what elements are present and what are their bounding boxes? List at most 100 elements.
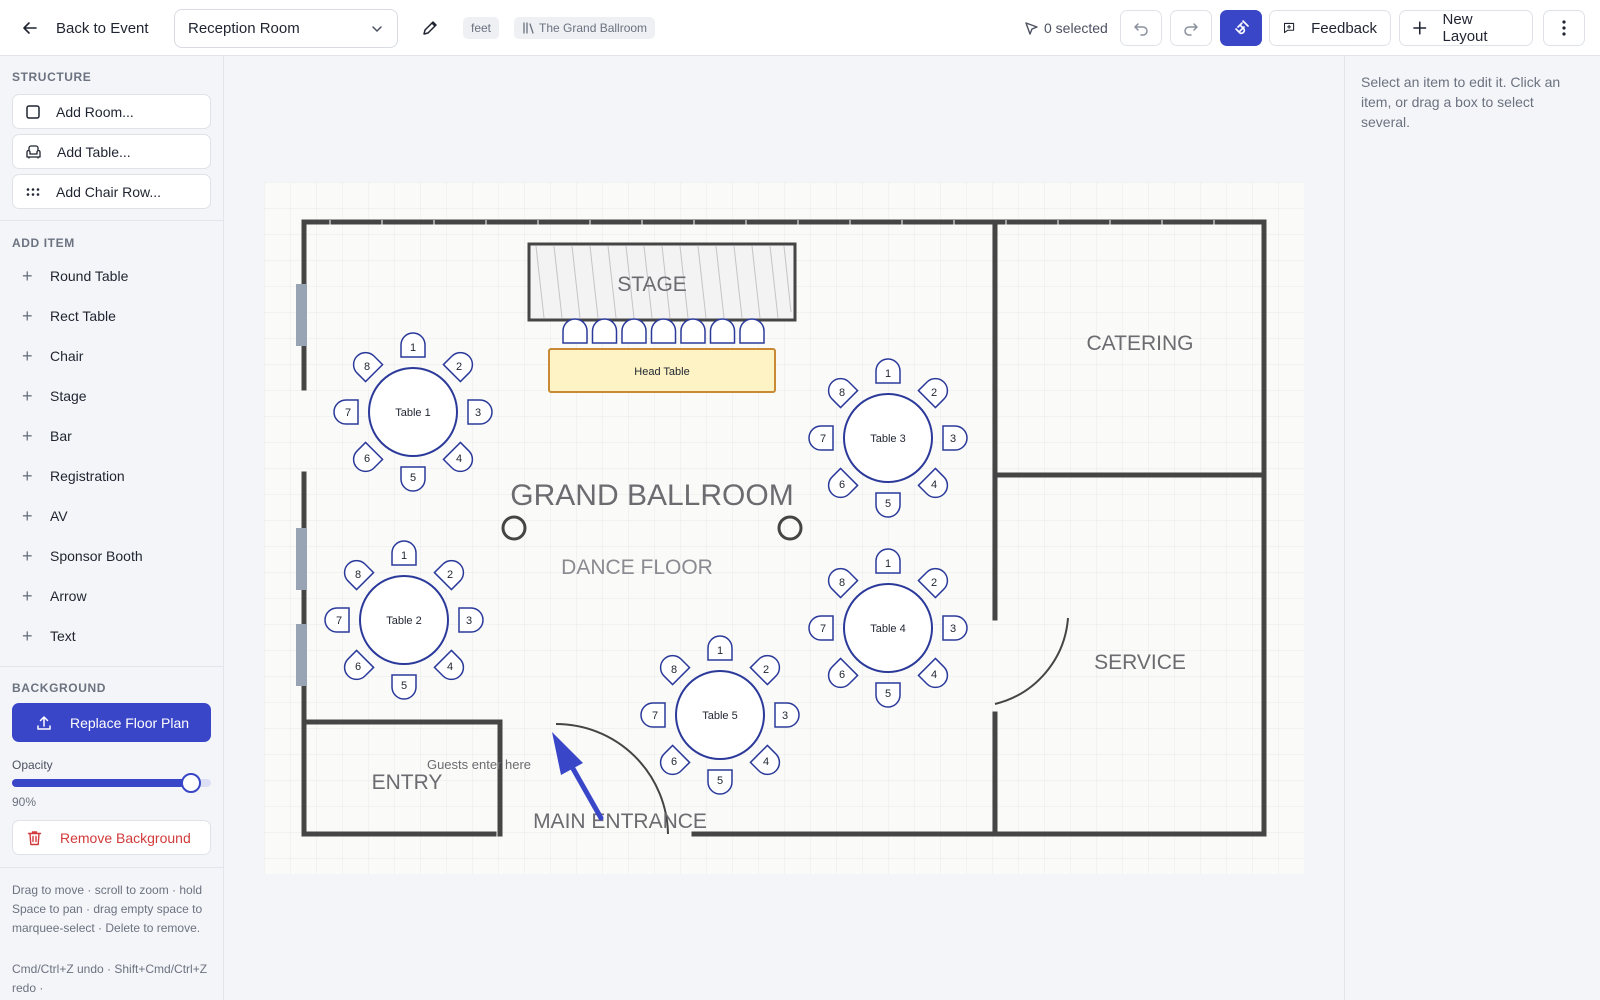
rename-room-button[interactable]	[418, 16, 442, 40]
round-table[interactable]: 1 2 3 4 5 6 7 8 Table 4	[808, 548, 968, 708]
seat[interactable]: 7	[808, 425, 834, 451]
add-av-button[interactable]: + AV	[22, 505, 68, 527]
unit-chip[interactable]: feet	[463, 17, 500, 39]
add-sponsor-booth-button[interactable]: + Sponsor Booth	[22, 545, 143, 567]
stage[interactable]: STAGE	[527, 242, 797, 322]
seat-number: 6	[355, 661, 361, 673]
seat[interactable]: 7	[333, 399, 359, 425]
seat[interactable]: 1	[875, 358, 901, 384]
head-table-chair[interactable]	[739, 318, 765, 344]
add-stage-button[interactable]: + Stage	[22, 385, 87, 407]
seat[interactable]: 1	[391, 540, 417, 566]
seat[interactable]: 7	[640, 702, 666, 728]
plus-icon: +	[22, 545, 33, 566]
add-room-button[interactable]: Add Room...	[12, 94, 211, 129]
remove-background-button[interactable]: Remove Background	[12, 820, 211, 855]
head-table-chair[interactable]	[709, 318, 736, 344]
add-item-label: Sponsor Booth	[50, 548, 143, 564]
properties-hint: Select an item to edit it. Click an item…	[1361, 74, 1561, 130]
help-text: Drag to move · scroll to zoom · hold Spa…	[12, 883, 203, 935]
add-item-label: Bar	[50, 428, 72, 444]
new-layout-label: New Layout	[1442, 11, 1488, 45]
snap-toggle-button[interactable]	[1220, 10, 1262, 46]
head-table-chair[interactable]	[591, 318, 618, 344]
seat[interactable]: 3	[467, 399, 493, 425]
seat[interactable]: 7	[324, 607, 350, 633]
divider	[0, 867, 224, 868]
round-table[interactable]: 1 2 3 4 5 6 7 8 Table 5	[640, 635, 800, 795]
add-arrow-button[interactable]: + Arrow	[22, 585, 87, 607]
more-menu-button[interactable]	[1543, 10, 1585, 46]
seat[interactable]: 5	[707, 769, 733, 795]
seat[interactable]: 7	[808, 615, 834, 641]
undo-button[interactable]	[1120, 10, 1162, 46]
round-table[interactable]: 1 2 3 4 5 6 7 8 Table 1	[333, 332, 493, 492]
plus-icon: +	[22, 465, 33, 486]
pencil-icon	[423, 21, 437, 35]
plus-icon	[1413, 21, 1427, 35]
head-table-chair[interactable]	[650, 318, 677, 344]
seat[interactable]: 3	[458, 607, 484, 633]
add-chair-button[interactable]: + Chair	[22, 345, 83, 367]
add-round-table-button[interactable]: + Round Table	[22, 265, 128, 287]
head-table-label: Head Table	[634, 366, 689, 378]
plus-icon: +	[22, 425, 33, 446]
add-rect-table-button[interactable]: + Rect Table	[22, 305, 116, 327]
library-icon	[523, 22, 534, 34]
floor-plan-canvas[interactable]: STAGE Head Table GRAND BALLROOM DANCE FL…	[224, 56, 1546, 1000]
seat[interactable]: 1	[875, 548, 901, 574]
add-item-section-title: ADD ITEM	[12, 236, 75, 250]
redo-button[interactable]	[1170, 10, 1212, 46]
undo-icon	[1134, 23, 1148, 36]
seat[interactable]: 5	[400, 466, 426, 492]
seat-number: 4	[456, 453, 462, 465]
head-table-chair[interactable]	[562, 318, 588, 344]
head-table-chair[interactable]	[621, 318, 647, 344]
add-bar-button[interactable]: + Bar	[22, 425, 72, 447]
room-select[interactable]: Reception Room	[174, 9, 398, 48]
add-table-button[interactable]: Add Table...	[12, 134, 211, 169]
floor-plan[interactable]: STAGE Head Table GRAND BALLROOM DANCE FL…	[264, 182, 1304, 874]
catering-label: CATERING	[1087, 332, 1194, 355]
head-table-chair[interactable]	[680, 318, 706, 344]
help-shortcuts: Cmd/Ctrl+Z undo · Shift+Cmd/Ctrl+Z redo …	[12, 962, 208, 995]
opacity-slider[interactable]	[12, 773, 211, 793]
seat-number: 7	[336, 615, 342, 627]
seat[interactable]: 3	[942, 615, 968, 641]
seat[interactable]: 1	[707, 635, 733, 661]
plus-icon: +	[22, 345, 33, 366]
seat-number: 6	[839, 669, 845, 681]
seat[interactable]: 5	[875, 682, 901, 708]
round-table[interactable]: 1 2 3 4 5 6 7 8 Table 2	[324, 540, 484, 700]
back-to-event-button[interactable]: Back to Event	[22, 14, 149, 42]
plus-icon: +	[22, 585, 33, 606]
seat-number: 3	[475, 407, 481, 419]
divider	[0, 666, 224, 667]
opacity-slider-fill	[12, 779, 192, 787]
table-label: Table 2	[386, 615, 421, 627]
seat[interactable]: 5	[391, 674, 417, 700]
feedback-button[interactable]: Feedback	[1269, 10, 1391, 46]
head-table[interactable]: Head Table	[548, 348, 776, 393]
square-icon	[26, 104, 40, 119]
seat[interactable]: 1	[400, 332, 426, 358]
add-table-label: Add Table...	[57, 143, 131, 160]
seat-number: 6	[364, 453, 370, 465]
seat[interactable]: 3	[774, 702, 800, 728]
new-layout-button[interactable]: New Layout	[1399, 10, 1533, 46]
replace-floor-plan-button[interactable]: Replace Floor Plan	[12, 703, 211, 742]
seat[interactable]: 5	[875, 492, 901, 518]
guests-enter-label[interactable]: Guests enter here	[427, 757, 531, 772]
grip-icon	[26, 187, 40, 196]
table-label: Table 1	[395, 407, 430, 419]
add-item-label: Text	[50, 628, 76, 644]
table-label: Table 5	[702, 710, 737, 722]
add-text-button[interactable]: + Text	[22, 625, 76, 647]
seat[interactable]: 3	[942, 425, 968, 451]
venue-chip[interactable]: The Grand Ballroom	[514, 17, 656, 39]
add-registration-button[interactable]: + Registration	[22, 465, 125, 487]
round-table[interactable]: 1 2 3 4 5 6 7 8 Table 3	[808, 358, 968, 518]
add-chair-row-button[interactable]: Add Chair Row...	[12, 174, 211, 209]
opacity-slider-thumb[interactable]	[181, 773, 202, 793]
back-to-event-label: Back to Event	[56, 19, 149, 37]
